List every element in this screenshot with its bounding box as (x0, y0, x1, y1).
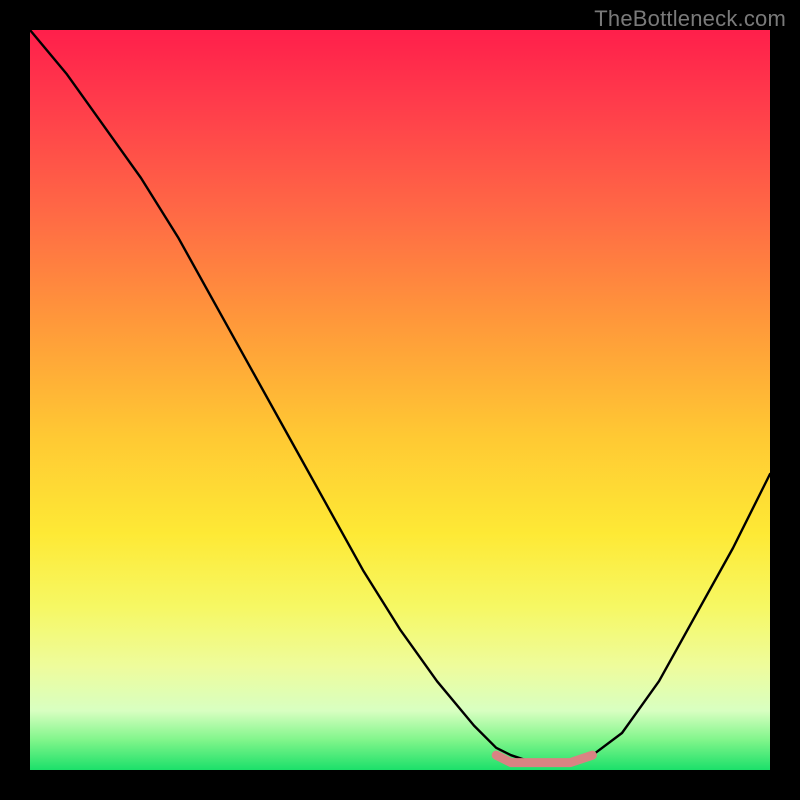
chart-svg (30, 30, 770, 770)
bottleneck-curve-path (30, 30, 770, 763)
attribution-label: TheBottleneck.com (594, 6, 786, 32)
chart-frame: TheBottleneck.com (0, 0, 800, 800)
plot-area (30, 30, 770, 770)
